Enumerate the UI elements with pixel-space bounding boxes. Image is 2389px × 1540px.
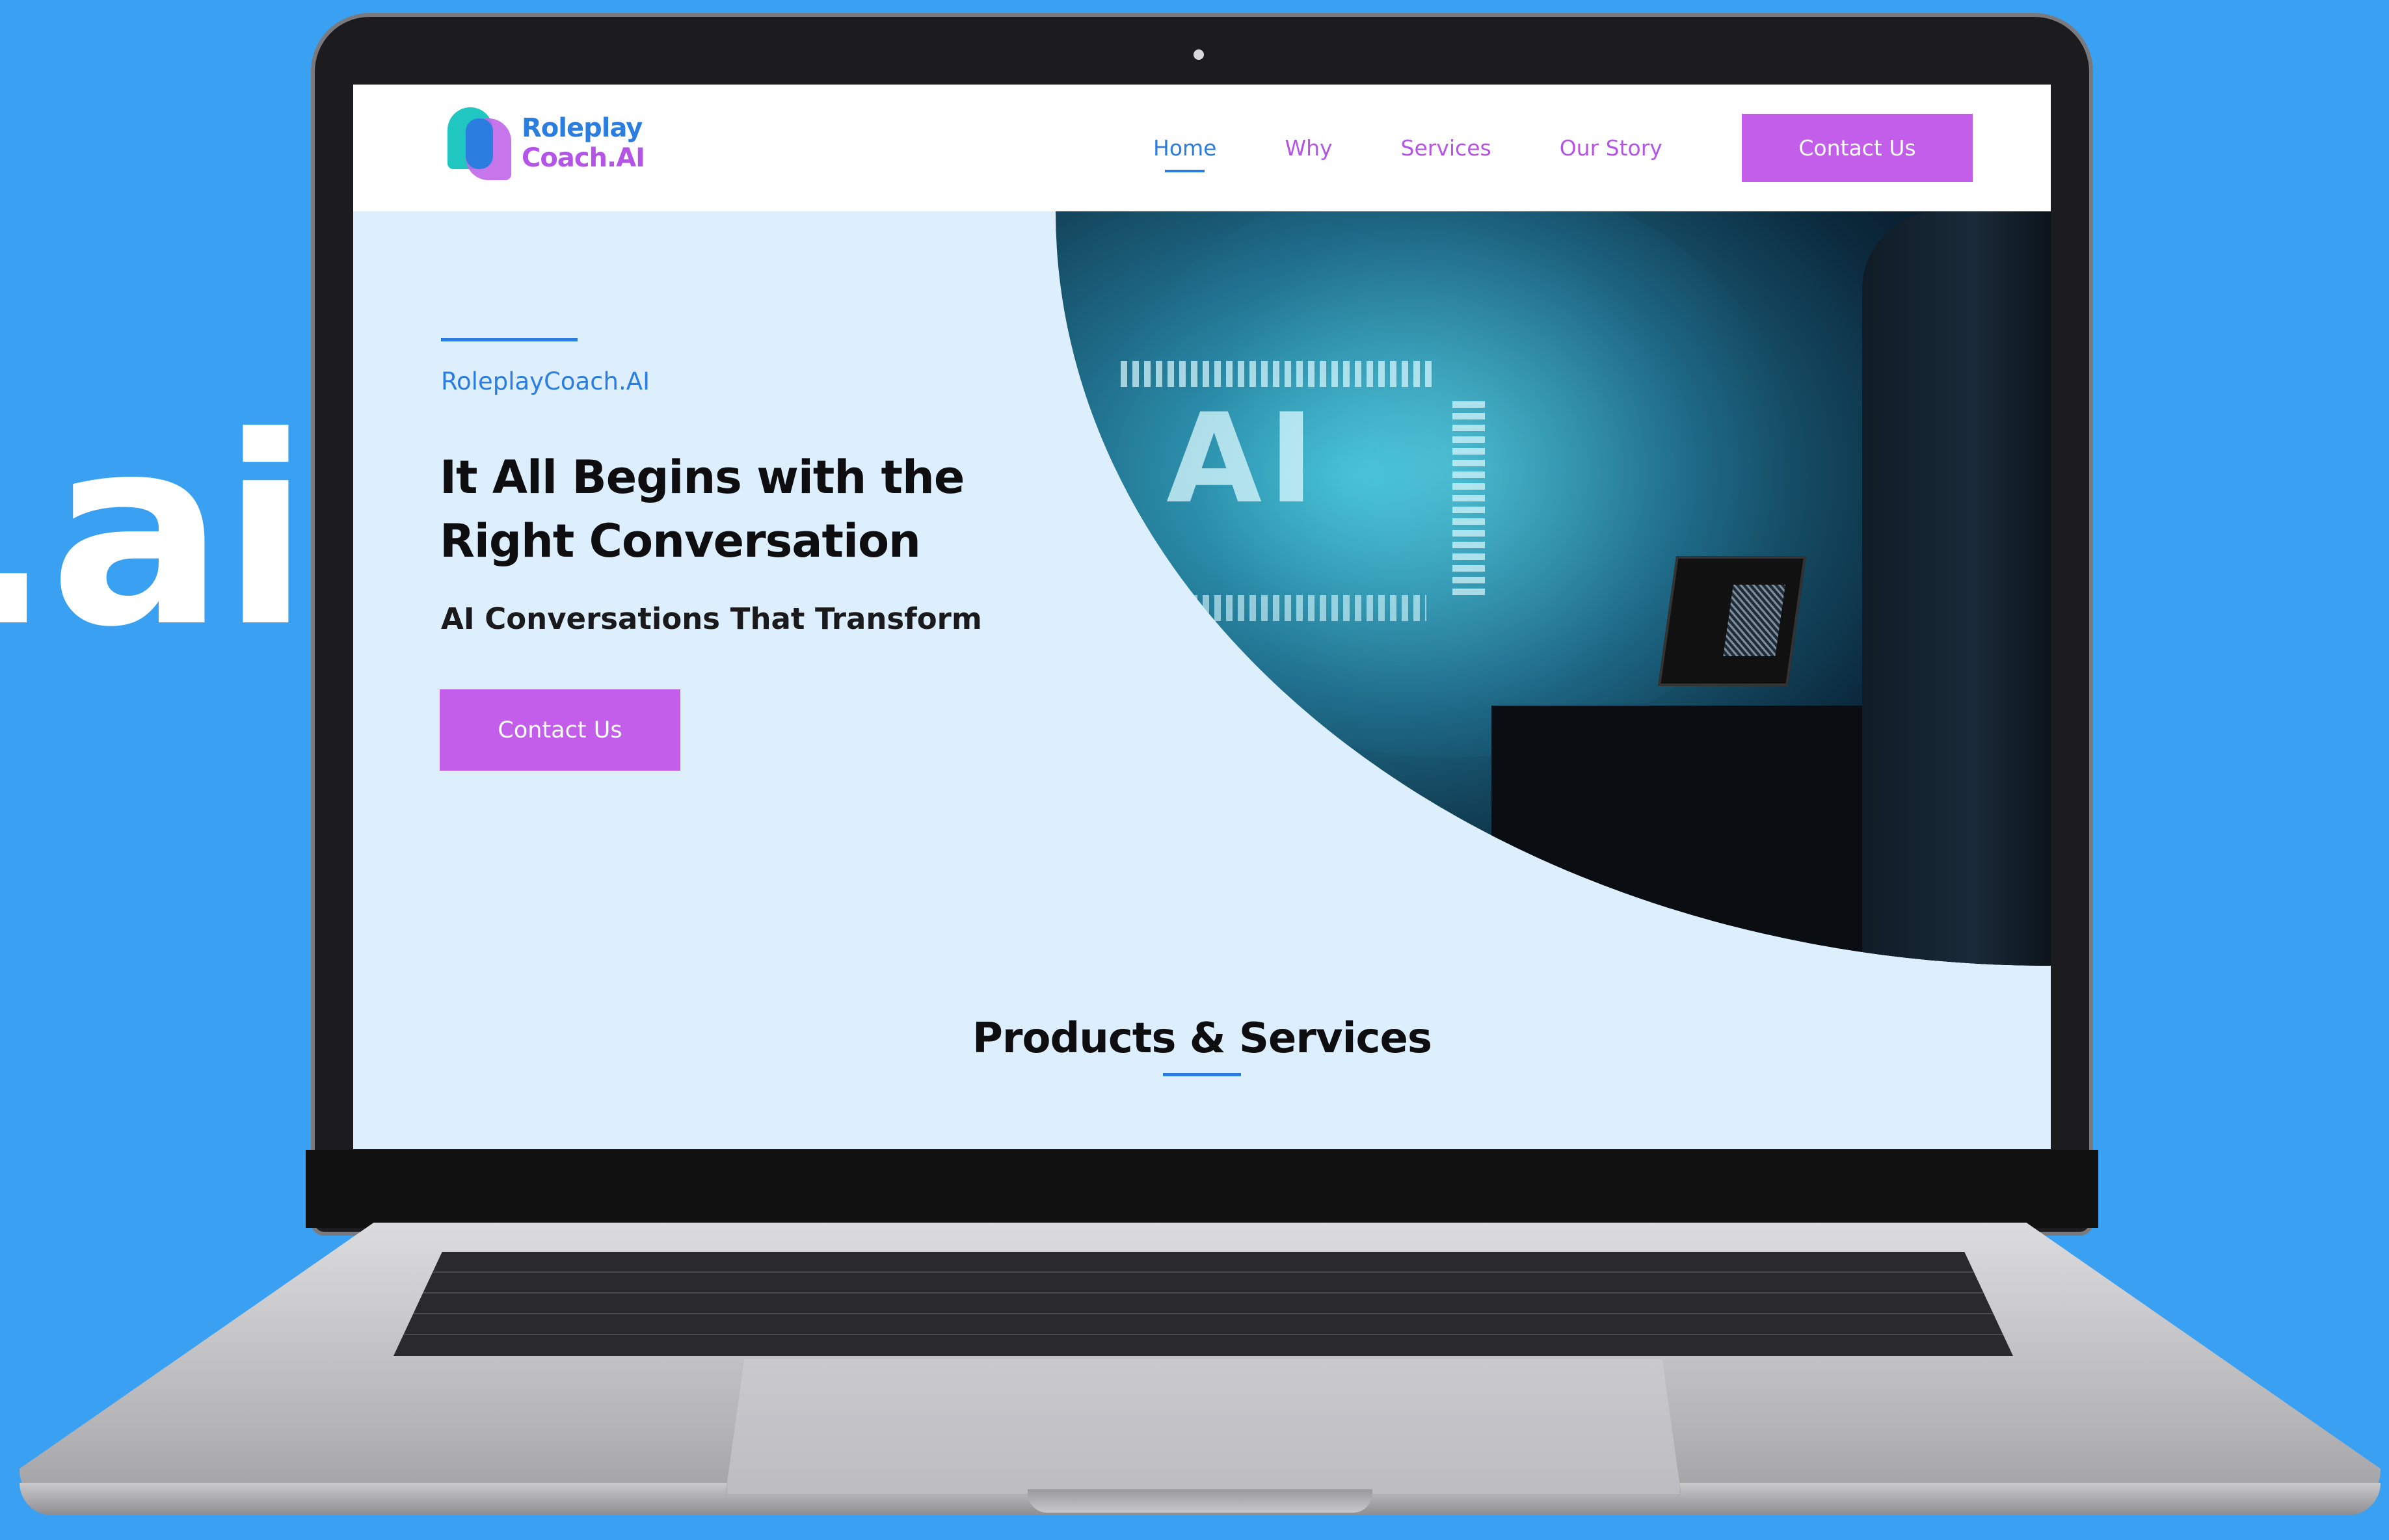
- logo-line-2: Coach.AI: [522, 143, 645, 173]
- nav-item-home[interactable]: Home: [1153, 135, 1216, 172]
- nav-item-our-story[interactable]: Our Story: [1560, 135, 1662, 161]
- nav-item-services[interactable]: Services: [1401, 135, 1491, 161]
- logo-text: Roleplay Coach.AI: [522, 113, 645, 173]
- hero-subheadline: AI Conversations That Transform: [441, 602, 982, 636]
- hero-contact-button[interactable]: Contact Us: [440, 689, 680, 771]
- logo-line-1: Roleplay: [522, 113, 643, 143]
- nav-item-why[interactable]: Why: [1285, 135, 1332, 161]
- keyboard: [394, 1252, 2013, 1356]
- background-brand-text: .ai: [0, 382, 310, 684]
- laptop-bezel: [306, 1150, 2098, 1228]
- nav-contact-button[interactable]: Contact Us: [1742, 114, 1973, 182]
- nav-menu: Home Why Services Our Story: [1153, 135, 1731, 172]
- webcam: [1194, 49, 1204, 60]
- hero-image-ai-text: AI: [1166, 387, 1321, 531]
- laptop-notch: [1028, 1489, 1372, 1513]
- logo-icon: [441, 104, 513, 182]
- trackpad: [725, 1359, 1681, 1496]
- hero-headline: It All Begins with the Right Conversatio…: [440, 451, 965, 568]
- website-screen: Roleplay Coach.AI Home Why Services Our …: [353, 85, 2051, 1149]
- products-services-title: Products & Services: [972, 1015, 1432, 1063]
- section-accent-line: [1163, 1073, 1241, 1076]
- person-figure: [1862, 211, 2051, 966]
- hero-accent-line: [441, 338, 578, 341]
- site-logo[interactable]: Roleplay Coach.AI: [441, 104, 645, 182]
- hero-brand: RoleplayCoach.AI: [441, 367, 650, 395]
- navbar: Roleplay Coach.AI Home Why Services Our …: [353, 85, 2051, 211]
- hero-ai-image: AI: [1056, 211, 2051, 966]
